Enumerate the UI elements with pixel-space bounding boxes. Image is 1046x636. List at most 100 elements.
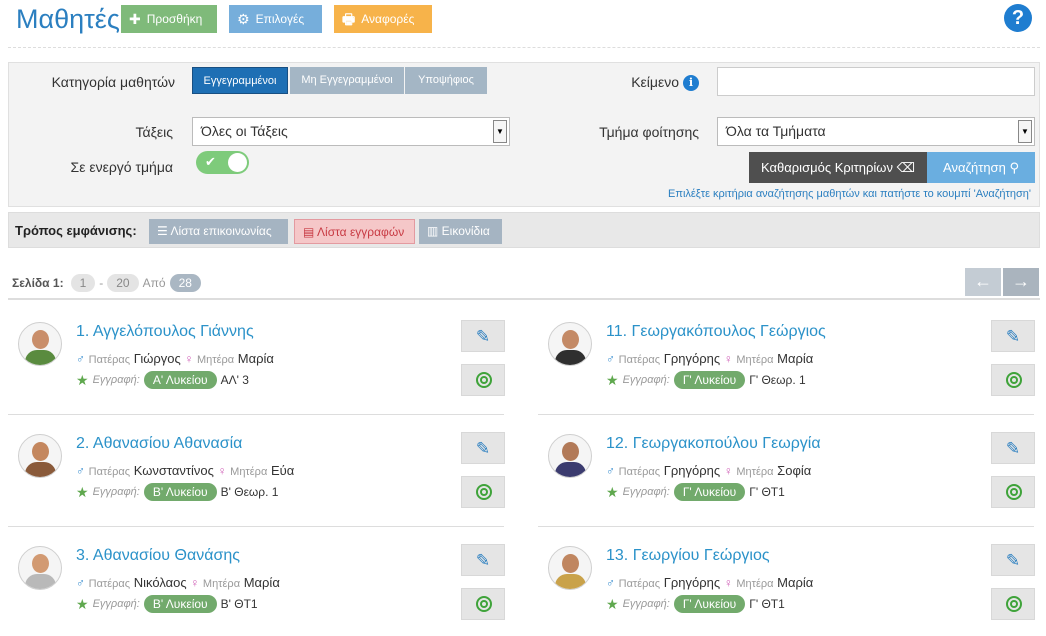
avatar[interactable]: [18, 322, 62, 366]
parents-info: ♂ Πατέρας Γρηγόρης ♀ Μητέρα Σοφία: [606, 463, 811, 478]
parents-info: ♂ Πατέρας Γρηγόρης ♀ Μητέρα Μαρία: [606, 351, 813, 366]
avatar-body: [555, 462, 586, 477]
male-icon: ♂: [606, 464, 615, 478]
avatar-head: [32, 442, 49, 461]
female-icon: ♀: [723, 464, 733, 478]
mother-name: Μαρία: [243, 575, 280, 590]
avatar-body: [25, 574, 56, 589]
student-name[interactable]: 11. Γεωργακόπουλος Γεώργιος: [606, 323, 826, 341]
student-name[interactable]: 12. Γεωργακοπούλου Γεωργία: [606, 435, 821, 453]
target-button[interactable]: [461, 588, 505, 620]
gears-icon: ⚙: [237, 11, 250, 27]
dept-select[interactable]: Όλα τα Τμήματα ▼: [717, 117, 1035, 146]
page-total: 28: [169, 274, 201, 292]
section-name: Γ' ΘΤ1: [749, 597, 785, 611]
student-card: 3. Αθανασίου Θανάσης ♂ Πατέρας Νικόλαος …: [8, 544, 505, 636]
edit-button[interactable]: ✎: [991, 432, 1035, 464]
chevron-down-icon: ▼: [1018, 120, 1032, 143]
pencil-icon: ✎: [475, 327, 491, 346]
page-from: 1: [70, 274, 96, 292]
edit-button[interactable]: ✎: [461, 544, 505, 576]
grid-icon: ▥: [427, 224, 442, 238]
student-name[interactable]: 13. Γεωργίου Γεώργιος: [606, 547, 770, 565]
female-icon: ♀: [184, 352, 194, 366]
grade-badge: Β' Λυκείου: [143, 483, 217, 501]
section-name: Β' ΘΤ1: [220, 597, 258, 611]
view-enrollment-list[interactable]: ▤ Λίστα εγγραφών: [294, 219, 415, 244]
section-name: Γ' Θεωρ. 1: [749, 373, 806, 387]
student-name[interactable]: 2. Αθανασίου Αθανασία: [76, 435, 242, 453]
star-icon: ★: [606, 371, 619, 388]
avatar-body: [555, 350, 586, 365]
avatar-head: [32, 330, 49, 349]
next-page-button[interactable]: →: [1003, 268, 1039, 296]
mother-label: Μητέρα: [736, 578, 774, 590]
mother-name: Εύα: [270, 463, 295, 478]
avatar-body: [25, 462, 56, 477]
target-button[interactable]: [461, 364, 505, 396]
male-icon: ♂: [76, 352, 85, 366]
search-button[interactable]: Αναζήτηση ⚲: [927, 152, 1035, 183]
enrollment-label: Εγγραφή:: [622, 598, 670, 610]
avatar[interactable]: [18, 434, 62, 478]
segment-enrolled[interactable]: Εγγεγραμμένοι: [192, 67, 288, 94]
target-button[interactable]: [991, 588, 1035, 620]
mother-name: Μαρία: [777, 351, 814, 366]
student-card: 1. Αγγελόπουλος Γιάννης ♂ Πατέρας Γιώργο…: [8, 320, 505, 430]
star-icon: ★: [606, 595, 619, 612]
search-icon: ⚲: [1009, 160, 1019, 175]
card-divider: [8, 414, 504, 415]
target-icon-inner: [1010, 376, 1018, 384]
segment-candidate[interactable]: Υποψήφιος: [405, 67, 487, 94]
student-name[interactable]: 3. Αθανασίου Θανάσης: [76, 547, 240, 565]
enrollment-info: ★ Εγγραφή: Γ' Λυκείου Γ' ΘΤ1: [606, 483, 785, 501]
page-header: Μαθητές ✚ Προσθήκη ⚙ Επιλογές 🖶 Αναφορές…: [0, 0, 1046, 40]
student-name[interactable]: 1. Αγγελόπουλος Γιάννης: [76, 323, 254, 341]
avatar[interactable]: [18, 546, 62, 590]
view-icons[interactable]: ▥ Εικονίδια: [419, 219, 502, 244]
female-icon: ♀: [217, 464, 227, 478]
edit-button[interactable]: ✎: [991, 544, 1035, 576]
enrollment-label: Εγγραφή:: [622, 374, 670, 386]
active-toggle[interactable]: ✔: [196, 151, 249, 174]
text-search-input[interactable]: [717, 67, 1035, 96]
add-button-label: Προσθήκη: [146, 12, 203, 26]
info-icon[interactable]: i: [683, 75, 699, 92]
father-name: Γρηγόρης: [663, 463, 721, 478]
clear-criteria-button[interactable]: Καθαρισμός Κριτηρίων ⌫: [749, 152, 927, 183]
avatar[interactable]: [548, 434, 592, 478]
enrollment-label: Εγγραφή:: [622, 486, 670, 498]
classes-select[interactable]: Όλες οι Τάξεις ▼: [192, 117, 510, 146]
father-label: Πατέρας: [618, 354, 661, 366]
prev-page-button[interactable]: ←: [965, 268, 1001, 296]
avatar[interactable]: [548, 322, 592, 366]
options-button[interactable]: ⚙ Επιλογές: [229, 5, 322, 33]
target-button[interactable]: [461, 476, 505, 508]
avatar-head: [32, 554, 49, 573]
card-divider: [538, 526, 1034, 527]
father-name: Νικόλαος: [133, 575, 187, 590]
card-divider: [538, 414, 1034, 415]
view-contact-list-label: Λίστα επικοινωνίας: [170, 224, 272, 238]
avatar-body: [555, 574, 586, 589]
mother-label: Μητέρα: [736, 354, 774, 366]
student-card: 13. Γεωργίου Γεώργιος ♂ Πατέρας Γρηγόρης…: [538, 544, 1035, 636]
view-contact-list[interactable]: ☰ Λίστα επικοινωνίας: [149, 219, 288, 244]
classes-label: Τάξεις: [135, 124, 173, 140]
edit-button[interactable]: ✎: [461, 432, 505, 464]
avatar[interactable]: [548, 546, 592, 590]
pager-divider: [8, 298, 1040, 300]
section-name: Γ' ΘΤ1: [749, 485, 785, 499]
view-icons-label: Εικονίδια: [441, 224, 490, 238]
target-button[interactable]: [991, 364, 1035, 396]
segment-not-enrolled[interactable]: Μη Εγγεγραμμένοι: [290, 67, 404, 94]
help-icon[interactable]: ?: [1004, 4, 1032, 32]
add-button[interactable]: ✚ Προσθήκη: [121, 5, 217, 33]
edit-button[interactable]: ✎: [461, 320, 505, 352]
edit-button[interactable]: ✎: [991, 320, 1035, 352]
reports-button[interactable]: 🖶 Αναφορές: [334, 5, 432, 33]
target-icon-inner: [1010, 488, 1018, 496]
target-button[interactable]: [991, 476, 1035, 508]
enrollment-info: ★ Εγγραφή: Β' Λυκείου Β' Θεωρ. 1: [76, 483, 278, 501]
page-label: Σελίδα 1:: [12, 276, 64, 290]
